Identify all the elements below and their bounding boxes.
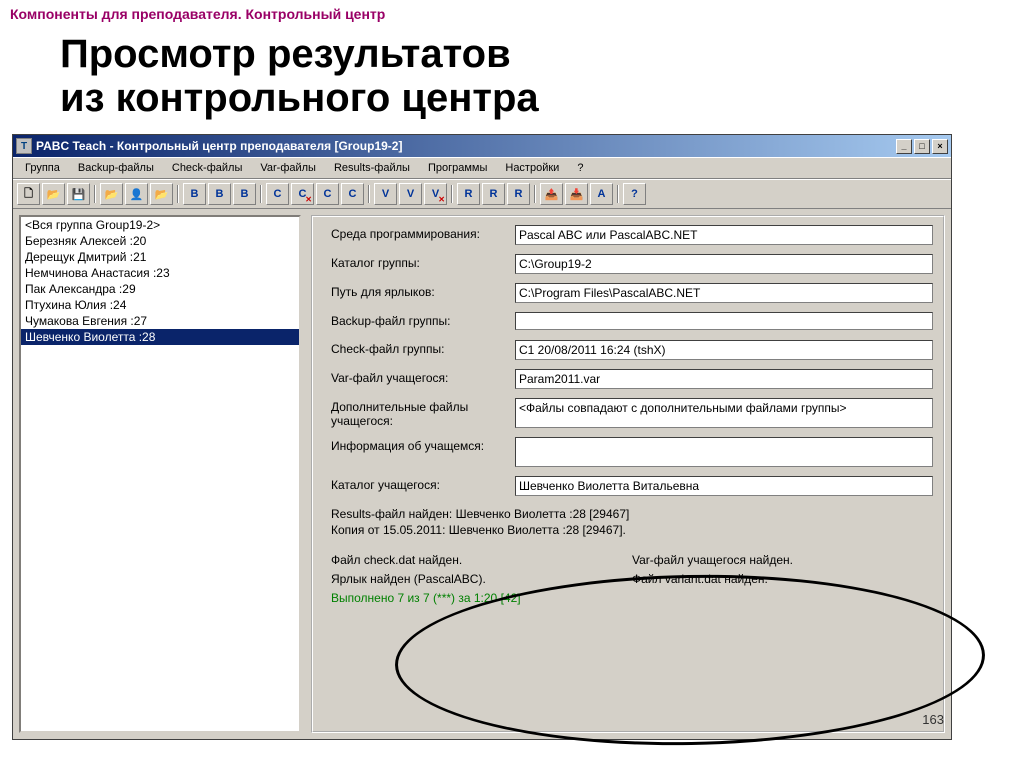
menu-settings[interactable]: Настройки — [497, 160, 567, 176]
results-line2: Копия от 15.05.2011: Шевченко Виолетта :… — [331, 521, 933, 537]
list-item[interactable]: Немчинова Анастасия :23 — [21, 265, 299, 281]
var-found: Var-файл учащегося найден. — [632, 551, 933, 567]
chk-label: Check-файл группы: — [331, 340, 515, 356]
dir-label: Каталог группы: — [331, 254, 515, 270]
c-button[interactable]: C — [266, 183, 289, 205]
dir-value: C:\Group19-2 — [515, 254, 933, 274]
sdir-value: Шевченко Виолетта Витальевна — [515, 476, 933, 496]
new-icon[interactable]: 🗋 — [17, 183, 40, 205]
open2-icon[interactable]: 📂 — [100, 183, 123, 205]
chk-value: C1 20/08/2011 16:24 (tshX) — [515, 340, 933, 360]
slide-breadcrumb: Компоненты для преподавателя. Контрольны… — [0, 0, 1024, 22]
app-icon: T — [16, 138, 32, 154]
add-value: <Файлы совпадают с дополнительными файла… — [515, 398, 933, 428]
save-icon[interactable]: 💾 — [67, 183, 90, 205]
list-header[interactable]: <Вся группа Group19-2> — [21, 217, 299, 233]
c-del-button[interactable]: C — [291, 183, 314, 205]
info-value — [515, 437, 933, 467]
list-item-selected[interactable]: Шевченко Виолетта :28 — [21, 329, 299, 345]
list-item[interactable]: Птухина Юлия :24 — [21, 297, 299, 313]
help-button[interactable]: ? — [623, 183, 646, 205]
separator — [615, 183, 621, 205]
c-run-button[interactable]: C — [316, 183, 339, 205]
app-window: T PABC Teach - Контрольный центр препода… — [12, 134, 952, 740]
client-area: <Вся группа Group19-2> Березняк Алексей … — [13, 209, 951, 739]
r-run-button[interactable]: R — [482, 183, 505, 205]
info-label: Информация об учащемся: — [331, 437, 515, 453]
menu-var[interactable]: Var-файлы — [252, 160, 324, 176]
titlebar: T PABC Teach - Контрольный центр препода… — [13, 135, 951, 157]
window-controls: _ □ × — [896, 139, 948, 154]
b-button[interactable]: B — [183, 183, 206, 205]
menu-check[interactable]: Check-файлы — [164, 160, 250, 176]
list-item[interactable]: Березняк Алексей :20 — [21, 233, 299, 249]
a-button[interactable]: A — [590, 183, 613, 205]
menu-group[interactable]: Группа — [17, 160, 68, 176]
path-label: Путь для ярлыков: — [331, 283, 515, 299]
r-all-button[interactable]: R — [507, 183, 530, 205]
shortcut-found: Ярлык найден (PascalABC). — [331, 570, 632, 586]
b-all-button[interactable]: B — [233, 183, 256, 205]
v-del-button[interactable]: V — [424, 183, 447, 205]
var-label: Var-файл учащегося: — [331, 369, 515, 385]
separator — [449, 183, 455, 205]
toolbar: 🗋 📂 💾 📂 👤 📂 B B B C C C C V V V R R R 📤 … — [13, 179, 951, 209]
path-value: C:\Program Files\PascalABC.NET — [515, 283, 933, 303]
student-list[interactable]: <Вся группа Group19-2> Березняк Алексей … — [19, 215, 301, 733]
open-icon[interactable]: 📂 — [42, 183, 65, 205]
separator — [92, 183, 98, 205]
c-all-button[interactable]: C — [341, 183, 364, 205]
slide-title: Просмотр результатов из контрольного цен… — [0, 22, 1024, 134]
results-line1: Results-файл найден: Шевченко Виолетта :… — [331, 505, 933, 521]
separator — [532, 183, 538, 205]
list-item[interactable]: Пак Александра :29 — [21, 281, 299, 297]
list-item[interactable]: Дерещук Дмитрий :21 — [21, 249, 299, 265]
maximize-button[interactable]: □ — [914, 139, 930, 154]
separator — [366, 183, 372, 205]
r-button[interactable]: R — [457, 183, 480, 205]
page-number: 163 — [922, 712, 944, 727]
separator — [258, 183, 264, 205]
var-value: Param2011.var — [515, 369, 933, 389]
detail-panel: Среда программирования: Pascal ABC или P… — [311, 215, 945, 733]
export-icon[interactable]: 📤 — [540, 183, 563, 205]
menu-backup[interactable]: Backup-файлы — [70, 160, 162, 176]
b-run-button[interactable]: B — [208, 183, 231, 205]
done-status: Выполнено 7 из 7 (***) за 1:20 [42] — [331, 589, 933, 605]
close-button[interactable]: × — [932, 139, 948, 154]
import-icon[interactable]: 📥 — [565, 183, 588, 205]
v-run-button[interactable]: V — [399, 183, 422, 205]
check-found: Файл check.dat найден. — [331, 551, 632, 567]
menubar: Группа Backup-файлы Check-файлы Var-файл… — [13, 157, 951, 179]
menu-help[interactable]: ? — [569, 160, 591, 176]
minimize-button[interactable]: _ — [896, 139, 912, 154]
add-label: Дополнительные файлы учащегося: — [331, 398, 515, 428]
sdir-label: Каталог учащегося: — [331, 476, 515, 492]
env-label: Среда программирования: — [331, 225, 515, 241]
bkp-label: Backup-файл группы: — [331, 312, 515, 328]
variant-found: Файл variant.dat найден. — [632, 570, 933, 586]
menu-results[interactable]: Results-файлы — [326, 160, 418, 176]
results-status: Results-файл найден: Шевченко Виолетта :… — [331, 505, 933, 605]
bkp-value — [515, 312, 933, 330]
open3-icon[interactable]: 📂 — [150, 183, 173, 205]
menu-programs[interactable]: Программы — [420, 160, 495, 176]
separator — [175, 183, 181, 205]
user-icon[interactable]: 👤 — [125, 183, 148, 205]
list-item[interactable]: Чумакова Евгения :27 — [21, 313, 299, 329]
v-button[interactable]: V — [374, 183, 397, 205]
window-title: PABC Teach - Контрольный центр преподава… — [36, 139, 896, 153]
env-value: Pascal ABC или PascalABC.NET — [515, 225, 933, 245]
